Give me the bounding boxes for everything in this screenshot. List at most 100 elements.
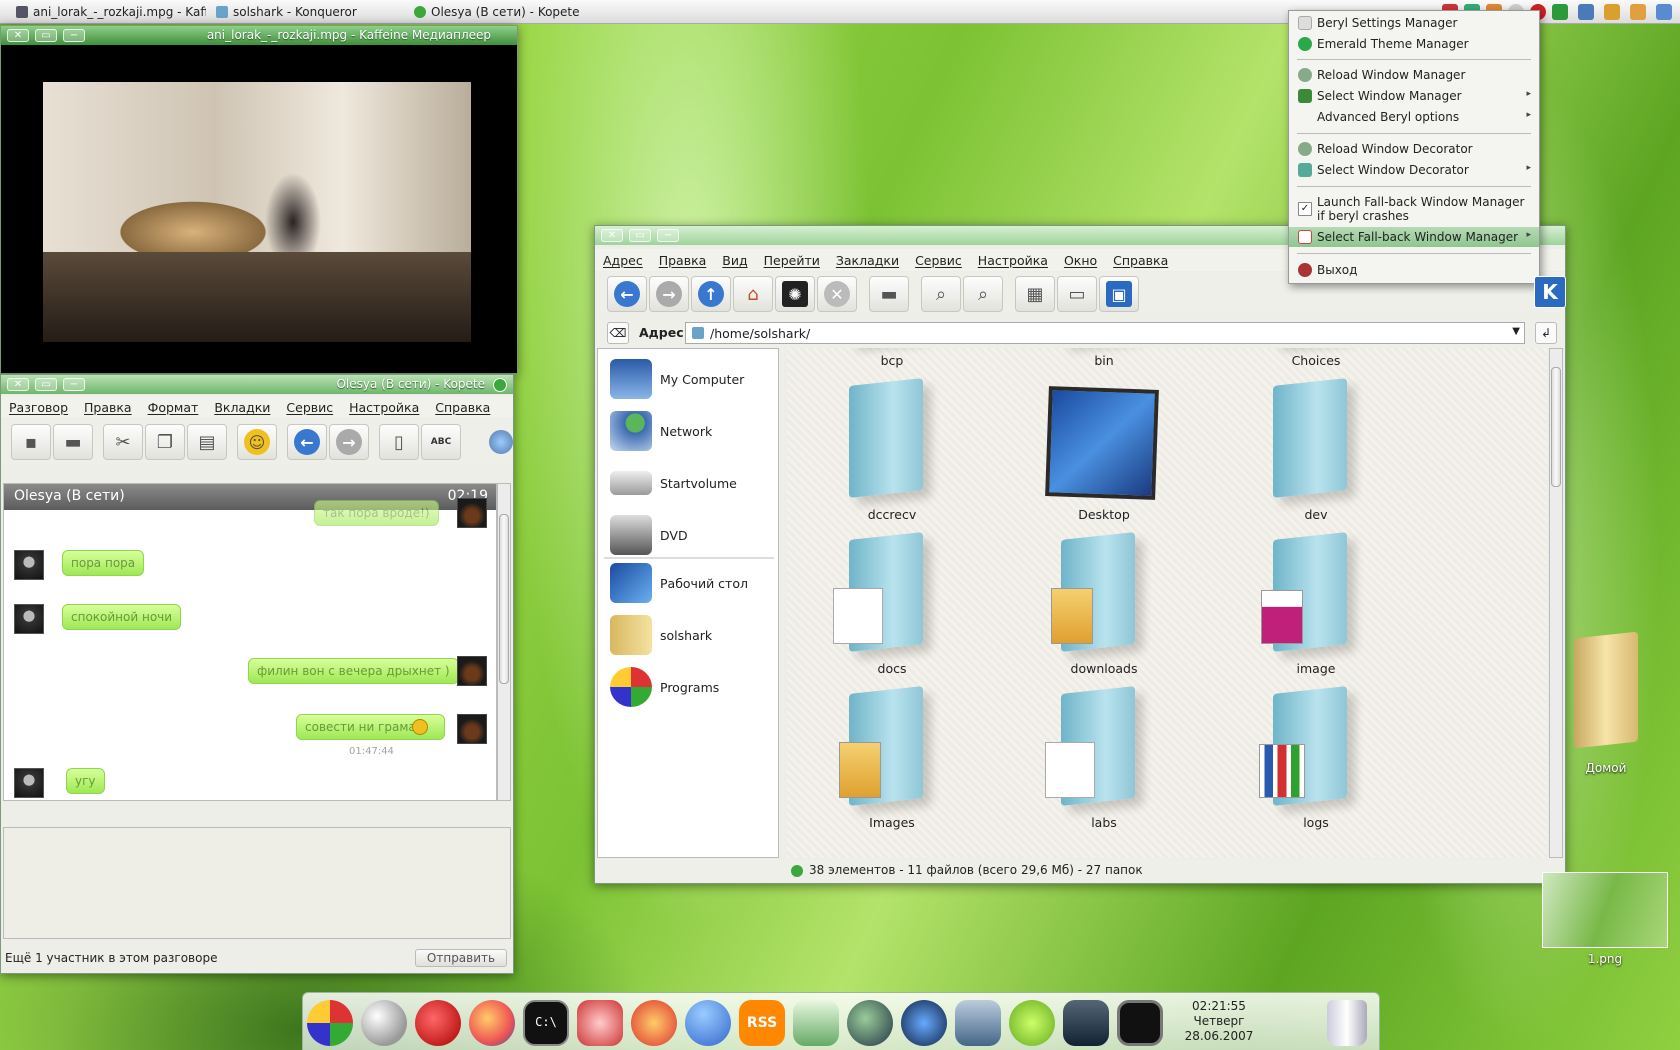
minimize-button[interactable]: − bbox=[63, 378, 85, 391]
desktop-icon-image[interactable]: 1.png bbox=[1540, 872, 1670, 968]
menu-item-select-decorator[interactable]: Select Window Decorator ▸ bbox=[1289, 160, 1539, 180]
taskbar-item-kopete[interactable]: Olesya (В сети) - Kopete bbox=[414, 3, 604, 21]
video-frame[interactable] bbox=[43, 82, 471, 342]
sidebar-divider[interactable] bbox=[604, 557, 774, 559]
file-item-folder[interactable]: dev bbox=[1211, 372, 1421, 522]
menu-item-select-wm[interactable]: Select Window Manager ▸ bbox=[1289, 86, 1539, 106]
history-button[interactable]: ▯ bbox=[379, 424, 419, 460]
back-button[interactable]: ← bbox=[607, 276, 647, 312]
sidebar-item-startvolume[interactable]: Startvolume bbox=[610, 461, 737, 505]
scrollbar-thumb[interactable] bbox=[1551, 367, 1561, 487]
send-button[interactable]: Отправить bbox=[415, 949, 507, 967]
menu-settings[interactable]: Настройка bbox=[341, 400, 427, 415]
minimize-button[interactable]: − bbox=[63, 29, 85, 42]
file-item-folder[interactable]: downloads bbox=[999, 526, 1209, 676]
message-input[interactable] bbox=[3, 827, 511, 939]
close-button[interactable]: ✕ bbox=[7, 29, 29, 42]
opera-icon[interactable] bbox=[415, 1000, 461, 1046]
taskbar-item-kaffeine[interactable]: ani_lorak_-_rozkaji.mpg - Kaffei bbox=[16, 3, 206, 21]
trash-icon[interactable] bbox=[1327, 1000, 1367, 1046]
menu-tabs[interactable]: Вкладки bbox=[206, 400, 278, 415]
file-item-folder[interactable]: labs bbox=[999, 680, 1209, 830]
menu-conversation[interactable]: Разговор bbox=[1, 400, 76, 415]
file-item-folder[interactable]: dccrecv bbox=[787, 372, 997, 522]
menu-item-select-fallback[interactable]: Select Fall-back Window Manager ▸ bbox=[1289, 227, 1539, 247]
save-button[interactable]: ▪ bbox=[11, 424, 51, 460]
chat-scrollbar[interactable] bbox=[497, 483, 511, 801]
menu-item-emerald-theme[interactable]: Emerald Theme Manager bbox=[1289, 34, 1539, 54]
desktop-icon-home[interactable]: Домой bbox=[1566, 631, 1646, 775]
sidebar-item-programs[interactable]: Programs bbox=[610, 665, 719, 709]
tray-app-icon[interactable] bbox=[1656, 4, 1672, 20]
menu-location[interactable]: Адрес bbox=[595, 253, 651, 268]
sidebar-item-desktop[interactable]: Рабочий стол bbox=[610, 561, 748, 605]
tools-icon[interactable] bbox=[577, 1000, 623, 1046]
preview-button[interactable]: ▣ bbox=[1099, 276, 1139, 312]
sidebar-item-solshark[interactable]: solshark bbox=[610, 613, 712, 657]
skype-icon[interactable] bbox=[1009, 1000, 1055, 1046]
menu-help[interactable]: Справка bbox=[1105, 253, 1176, 268]
menu-edit[interactable]: Правка bbox=[651, 253, 715, 268]
kde-menu-icon[interactable]: K bbox=[1534, 276, 1566, 308]
maximize-button[interactable]: ▭ bbox=[35, 378, 57, 391]
file-item-folder[interactable]: bin bbox=[999, 348, 1209, 368]
zoom-out-button[interactable]: ⌕ bbox=[963, 276, 1003, 312]
screen-icon[interactable] bbox=[1117, 1000, 1163, 1046]
menu-format[interactable]: Формат bbox=[140, 400, 207, 415]
copy-button[interactable]: ❐ bbox=[145, 424, 185, 460]
close-button[interactable]: ✕ bbox=[601, 229, 623, 242]
google-earth-icon[interactable] bbox=[901, 1000, 947, 1046]
menu-settings[interactable]: Настройка bbox=[970, 253, 1056, 268]
file-item-folder[interactable]: Desktop bbox=[999, 372, 1209, 522]
back-button[interactable]: ← bbox=[287, 424, 327, 460]
print-button[interactable]: ▬ bbox=[53, 424, 93, 460]
network-tray-icon[interactable] bbox=[1578, 4, 1594, 20]
reload-button[interactable]: ✺ bbox=[775, 276, 815, 312]
file-item-folder[interactable]: bcp bbox=[787, 348, 997, 368]
forward-button[interactable]: → bbox=[649, 276, 689, 312]
stop-button[interactable]: ✕ bbox=[817, 276, 857, 312]
burner-icon[interactable] bbox=[631, 1000, 677, 1046]
clear-location-icon[interactable]: ⌫ bbox=[607, 322, 629, 344]
maximize-button[interactable]: ▭ bbox=[35, 29, 57, 42]
file-item-folder[interactable]: image bbox=[1211, 526, 1421, 676]
menu-item-exit[interactable]: Выход bbox=[1289, 260, 1539, 280]
beryl-tray-icon[interactable] bbox=[1552, 4, 1568, 20]
sidebar-item-network[interactable]: Network bbox=[610, 409, 712, 453]
taskbar-item-konqueror[interactable]: solshark - Konqueror bbox=[216, 3, 401, 21]
paste-button[interactable]: ▤ bbox=[187, 424, 227, 460]
home-button[interactable]: ⌂ bbox=[733, 276, 773, 312]
sidebar-item-my-computer[interactable]: My Computer bbox=[610, 357, 744, 401]
up-button[interactable]: ↑ bbox=[691, 276, 731, 312]
print-button[interactable]: ▬ bbox=[869, 276, 909, 312]
menu-view[interactable]: Вид bbox=[714, 253, 755, 268]
file-item-folder[interactable]: logs bbox=[1211, 680, 1421, 830]
menu-bookmarks[interactable]: Закладки bbox=[828, 253, 907, 268]
file-item-folder[interactable]: Choices bbox=[1211, 348, 1421, 368]
file-item-folder[interactable]: Images bbox=[787, 680, 997, 830]
terminal-icon[interactable]: C:\ bbox=[523, 1000, 569, 1046]
menu-item-advanced-options[interactable]: Advanced Beryl options ▸ bbox=[1289, 107, 1539, 127]
close-button[interactable]: ✕ bbox=[7, 378, 29, 391]
menu-item-reload-decorator[interactable]: Reload Window Decorator bbox=[1289, 139, 1539, 159]
file-item-folder[interactable]: docs bbox=[787, 526, 997, 676]
minimize-button[interactable]: − bbox=[657, 229, 679, 242]
tray-app-icon[interactable] bbox=[1604, 4, 1620, 20]
menu-go[interactable]: Перейти bbox=[756, 253, 828, 268]
scrollbar-thumb[interactable] bbox=[499, 514, 509, 684]
icon-view-button[interactable]: ▦ bbox=[1015, 276, 1055, 312]
maximize-button[interactable]: ▭ bbox=[629, 229, 651, 242]
menu-item-beryl-settings[interactable]: Beryl Settings Manager bbox=[1289, 13, 1539, 33]
smiley-button[interactable]: ☺ bbox=[237, 424, 277, 460]
cut-button[interactable]: ✂ bbox=[103, 424, 143, 460]
checkbox-checked-icon[interactable]: ✓ bbox=[1298, 202, 1312, 216]
menu-tools[interactable]: Сервис bbox=[907, 253, 970, 268]
sidebar-item-dvd[interactable]: DVD bbox=[610, 513, 688, 557]
film-icon[interactable] bbox=[1063, 1000, 1109, 1046]
messenger-icon[interactable] bbox=[685, 1000, 731, 1046]
forward-button[interactable]: → bbox=[329, 424, 369, 460]
menu-item-launch-fallback[interactable]: ✓ Launch Fall-back Window Manager if ber… bbox=[1289, 193, 1539, 225]
firefox-icon[interactable] bbox=[469, 1000, 515, 1046]
chevron-down-icon[interactable]: ▼ bbox=[1512, 326, 1520, 337]
split-view-button[interactable]: ▭ bbox=[1057, 276, 1097, 312]
